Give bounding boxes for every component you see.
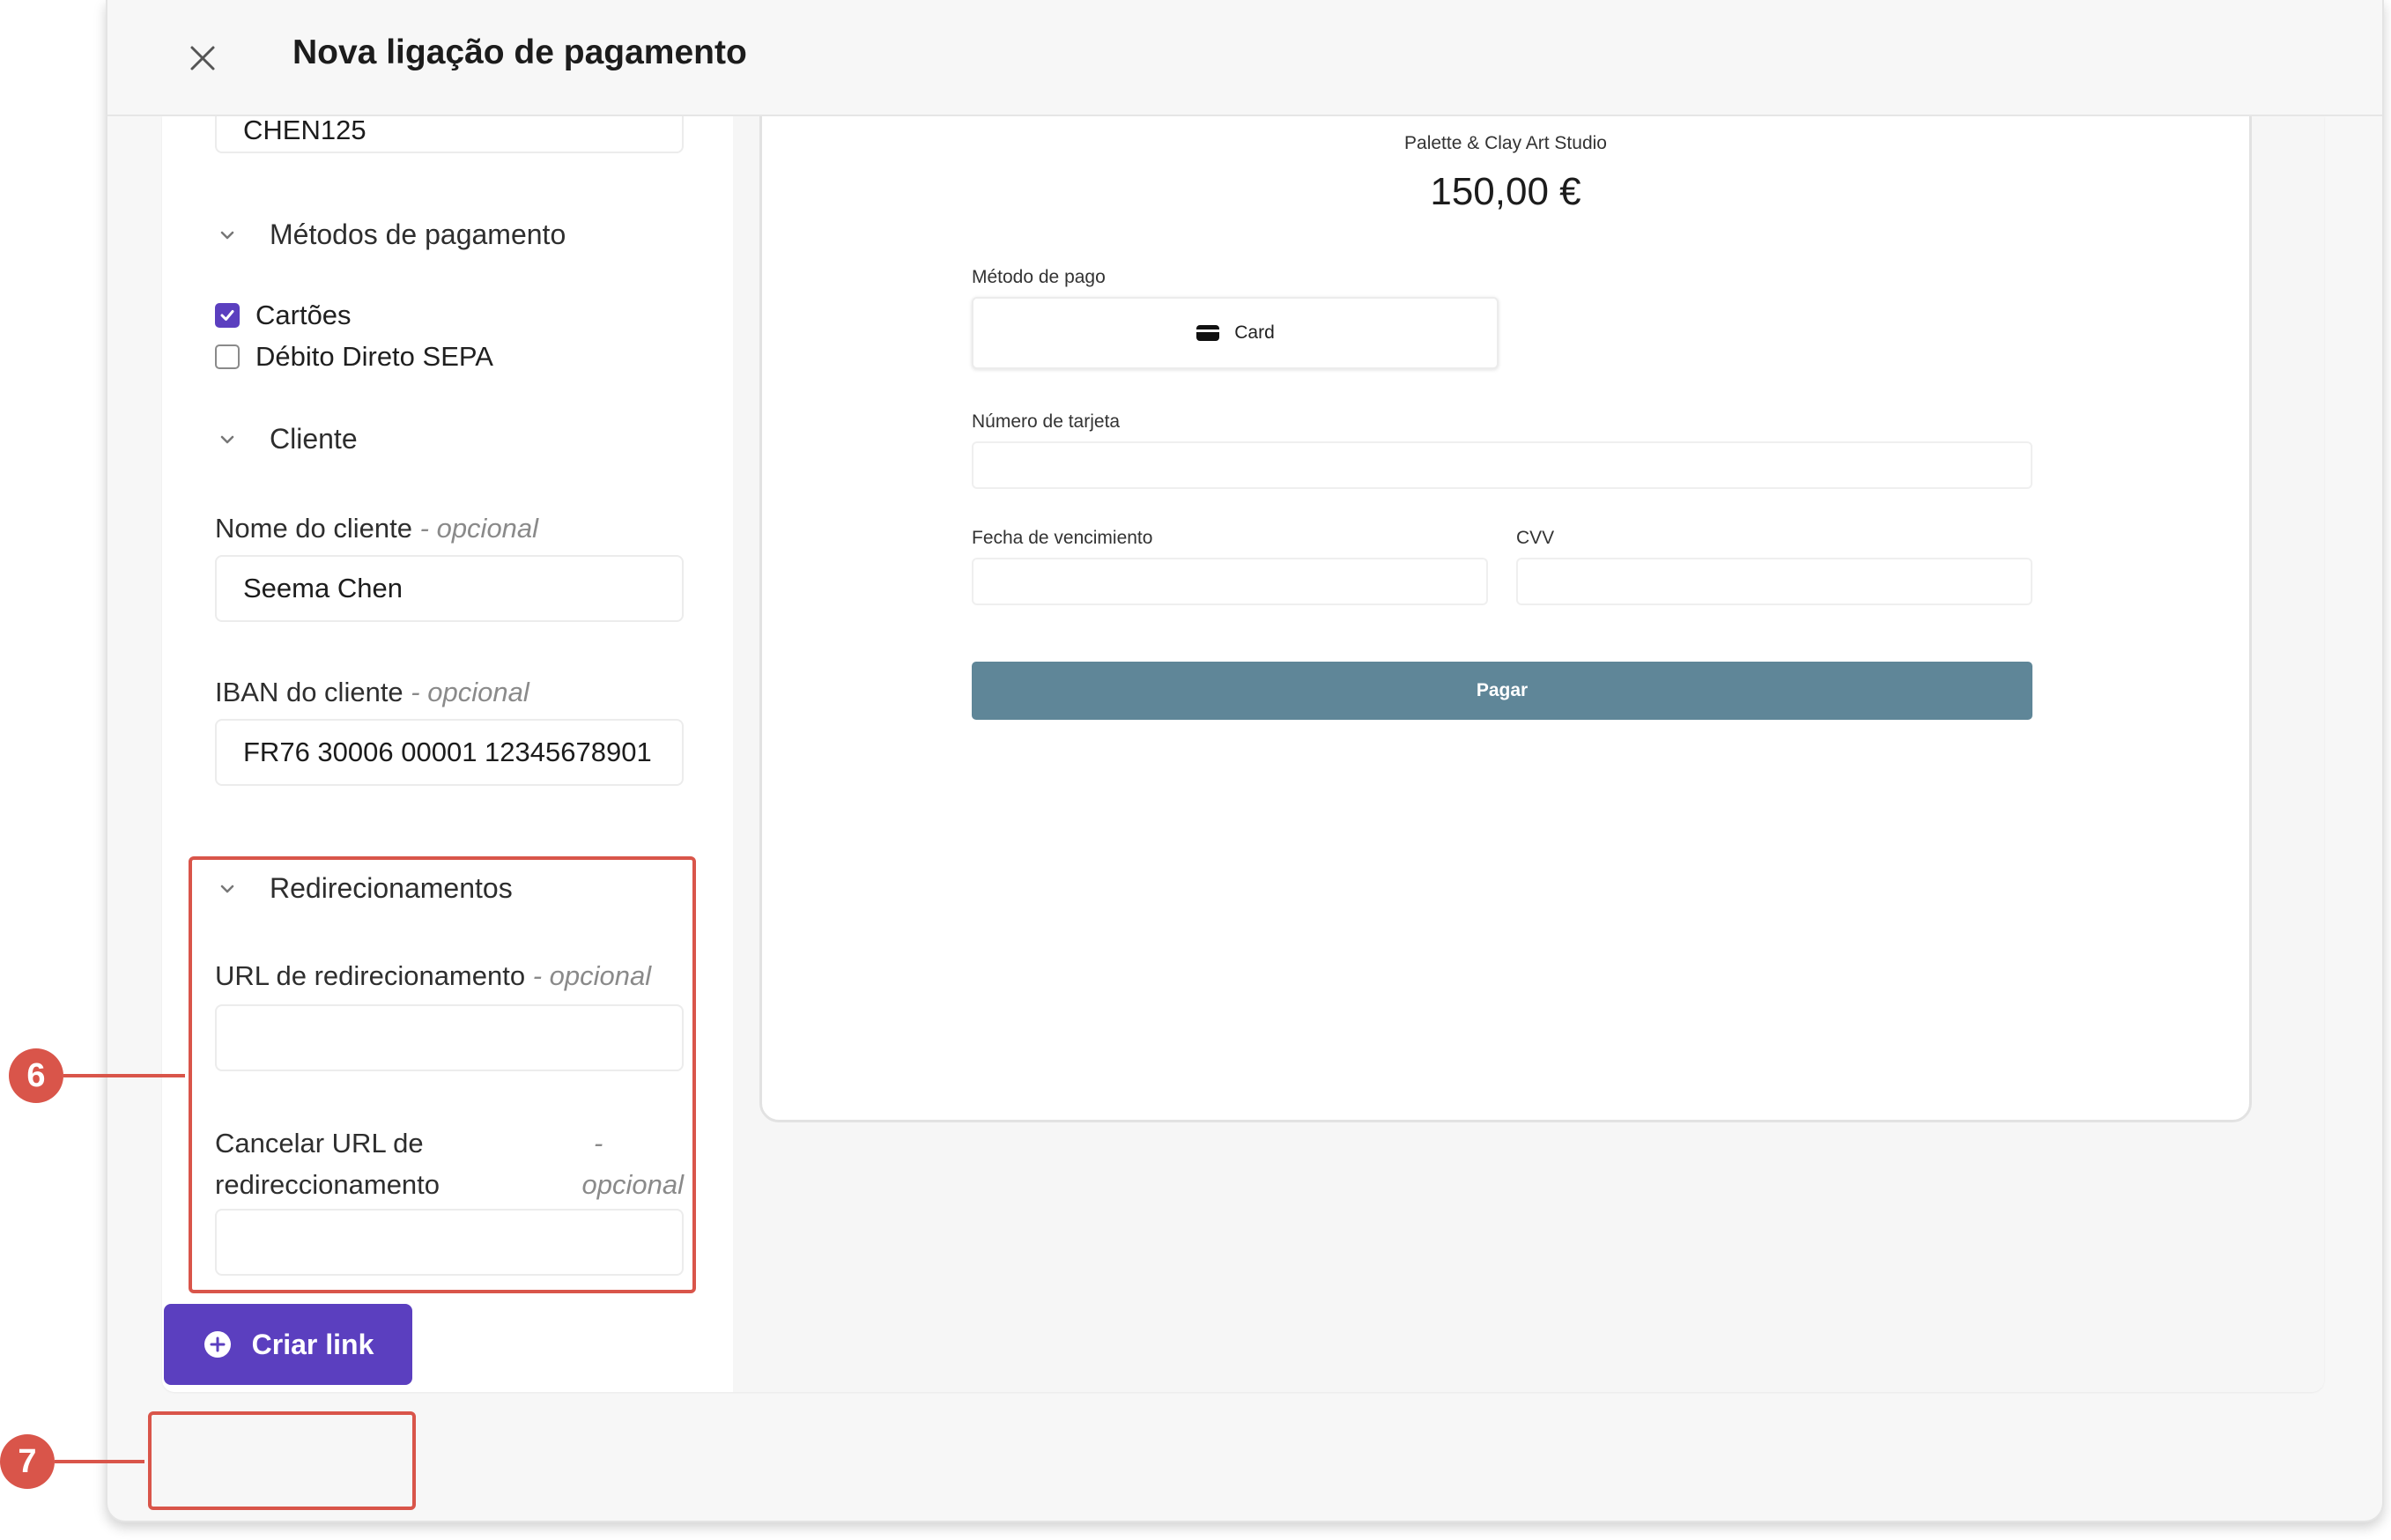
expiry-label: Fecha de vencimiento [972,528,1153,548]
plus-circle-icon [204,1331,231,1358]
expiry-input[interactable] [972,558,1488,605]
customer-name-input[interactable]: Seema Chen [215,555,684,622]
payment-methods-title: Métodos de pagamento [270,218,566,250]
card-number-label: Número de tarjeta [972,411,1121,432]
payment-method-label: Método de pago [972,267,1106,287]
customer-iban-label: IBAN do cliente - opcional [215,677,529,707]
annotation-box-create-link [148,1411,416,1510]
annotation-leader-6 [63,1074,185,1077]
sepa-checkbox[interactable] [215,344,240,369]
page-title: Nova ligação de pagamento [292,33,747,71]
cvv-input[interactable] [1516,558,2032,605]
payment-link-dialog: Nova ligação de pagamento CHEN125 Método… [106,0,2384,1522]
card-number-input[interactable] [972,441,2032,489]
annotation-badge-6: 6 [9,1048,63,1103]
close-icon[interactable] [183,39,222,78]
checkbox-row-cards[interactable]: Cartões [215,300,352,331]
optional-hint: - opcional [419,513,539,544]
card-method-label: Card [1234,322,1275,343]
annotation-badge-7: 7 [0,1434,55,1489]
check-icon [220,310,234,321]
customer-name-value: Seema Chen [243,573,403,603]
create-link-button[interactable]: Criar link [164,1304,412,1385]
cards-label: Cartões [255,300,352,330]
preview-panel: Palette & Clay Art Studio 150,00 € Métod… [733,116,2324,1392]
dialog-header: Nova ligação de pagamento [107,0,2382,116]
chevron-down-icon [220,231,234,239]
coupon-field[interactable]: CHEN125 [215,116,684,153]
annotation-leader-7 [55,1460,144,1463]
create-link-label: Criar link [251,1328,374,1360]
card-method-option[interactable]: Card [972,297,1499,369]
cards-checkbox[interactable] [215,303,240,328]
optional-hint: - opcional [411,677,529,707]
pay-button-label: Pagar [1476,680,1529,700]
cvv-label: CVV [1516,528,1555,548]
sepa-label: Débito Direto SEPA [255,341,493,372]
amount: 150,00 € [1430,170,1581,213]
annotation-box-redirects [189,856,696,1293]
customer-iban-value: FR76 30006 00001 12345678901 [243,737,652,767]
pay-button[interactable]: Pagar [972,662,2032,720]
payment-methods-toggle[interactable]: Métodos de pagamento [215,218,566,251]
customer-name-label: Nome do cliente - opcional [215,513,539,544]
checkbox-row-sepa[interactable]: Débito Direto SEPA [215,341,493,373]
coupon-value: CHEN125 [243,116,366,145]
customer-toggle[interactable]: Cliente [215,423,358,455]
chevron-down-icon [220,435,234,443]
checkout-preview-card: Palette & Clay Art Studio 150,00 € Métod… [759,116,2252,1122]
credit-card-icon [1196,325,1220,341]
merchant-name: Palette & Clay Art Studio [1404,133,1607,153]
customer-title: Cliente [270,423,358,455]
customer-iban-input[interactable]: FR76 30006 00001 12345678901 [215,719,684,786]
